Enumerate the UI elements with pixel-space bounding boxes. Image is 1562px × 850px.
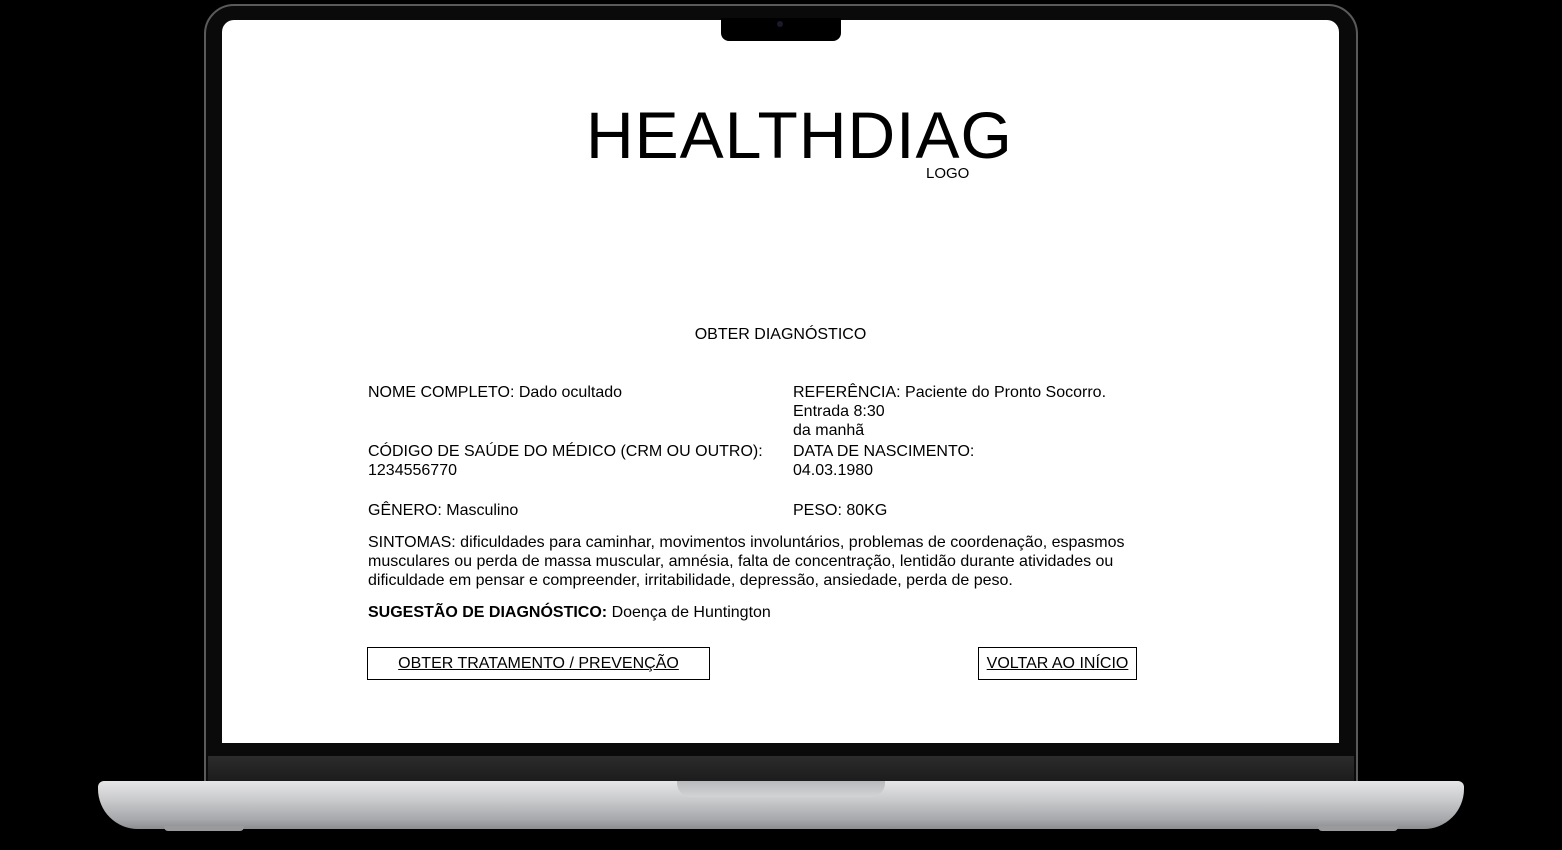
diagnosis-value: Doença de Huntington [611,604,771,621]
patient-weight: PESO: 80KG [793,502,888,519]
reference-line: REFERÊNCIA: Paciente do Pronto Socorro. [793,384,1107,401]
doctor-code-label: CÓDIGO DE SAÚDE DO MÉDICO (CRM OU OUTRO)… [368,443,763,460]
laptop-foot-right [1318,826,1398,831]
patient-reference: REFERÊNCIA: Paciente do Pronto Socorro. … [793,383,1133,440]
patient-gender: GÊNERO: Masculino [368,502,519,519]
reference-line: da manhã [793,422,865,439]
diagnosis-suggestion: SUGESTÃO DE DIAGNÓSTICO: Doença de Hunti… [368,603,771,622]
doctor-code-value: 1234556770 [368,462,457,479]
diagnosis-label: SUGESTÃO DE DIAGNÓSTICO: [368,604,608,621]
camera-icon [777,21,783,27]
screen: HEALTHDIAG LOGO OBTER DIAGNÓSTICO NOME C… [222,20,1339,743]
page-title: OBTER DIAGNÓSTICO [694,326,867,343]
patient-name: NOME COMPLETO: Dado ocultado [368,384,623,401]
get-treatment-button[interactable]: OBTER TRATAMENTO / PREVENÇÃO [367,647,710,680]
logo-caption: LOGO [926,165,970,182]
laptop-mockup: HEALTHDIAG LOGO OBTER DIAGNÓSTICO NOME C… [0,0,1562,850]
doctor-code: CÓDIGO DE SAÚDE DO MÉDICO (CRM OU OUTRO)… [368,442,768,480]
birth-date-label: DATA DE NASCIMENTO: [793,443,975,460]
back-to-home-button[interactable]: VOLTAR AO INÍCIO [978,647,1137,680]
app-logo: HEALTHDIAG [586,98,1013,172]
reference-line: Entrada 8:30 [793,403,885,420]
symptoms-text: SINTOMAS: dificuldades para caminhar, mo… [368,534,1125,589]
birth-date: DATA DE NASCIMENTO: 04.03.1980 [793,442,1133,480]
birth-date-value: 04.03.1980 [793,462,874,479]
laptop-foot-left [164,826,244,831]
laptop-hinge [208,756,1354,784]
laptop-opening-notch [677,781,885,797]
